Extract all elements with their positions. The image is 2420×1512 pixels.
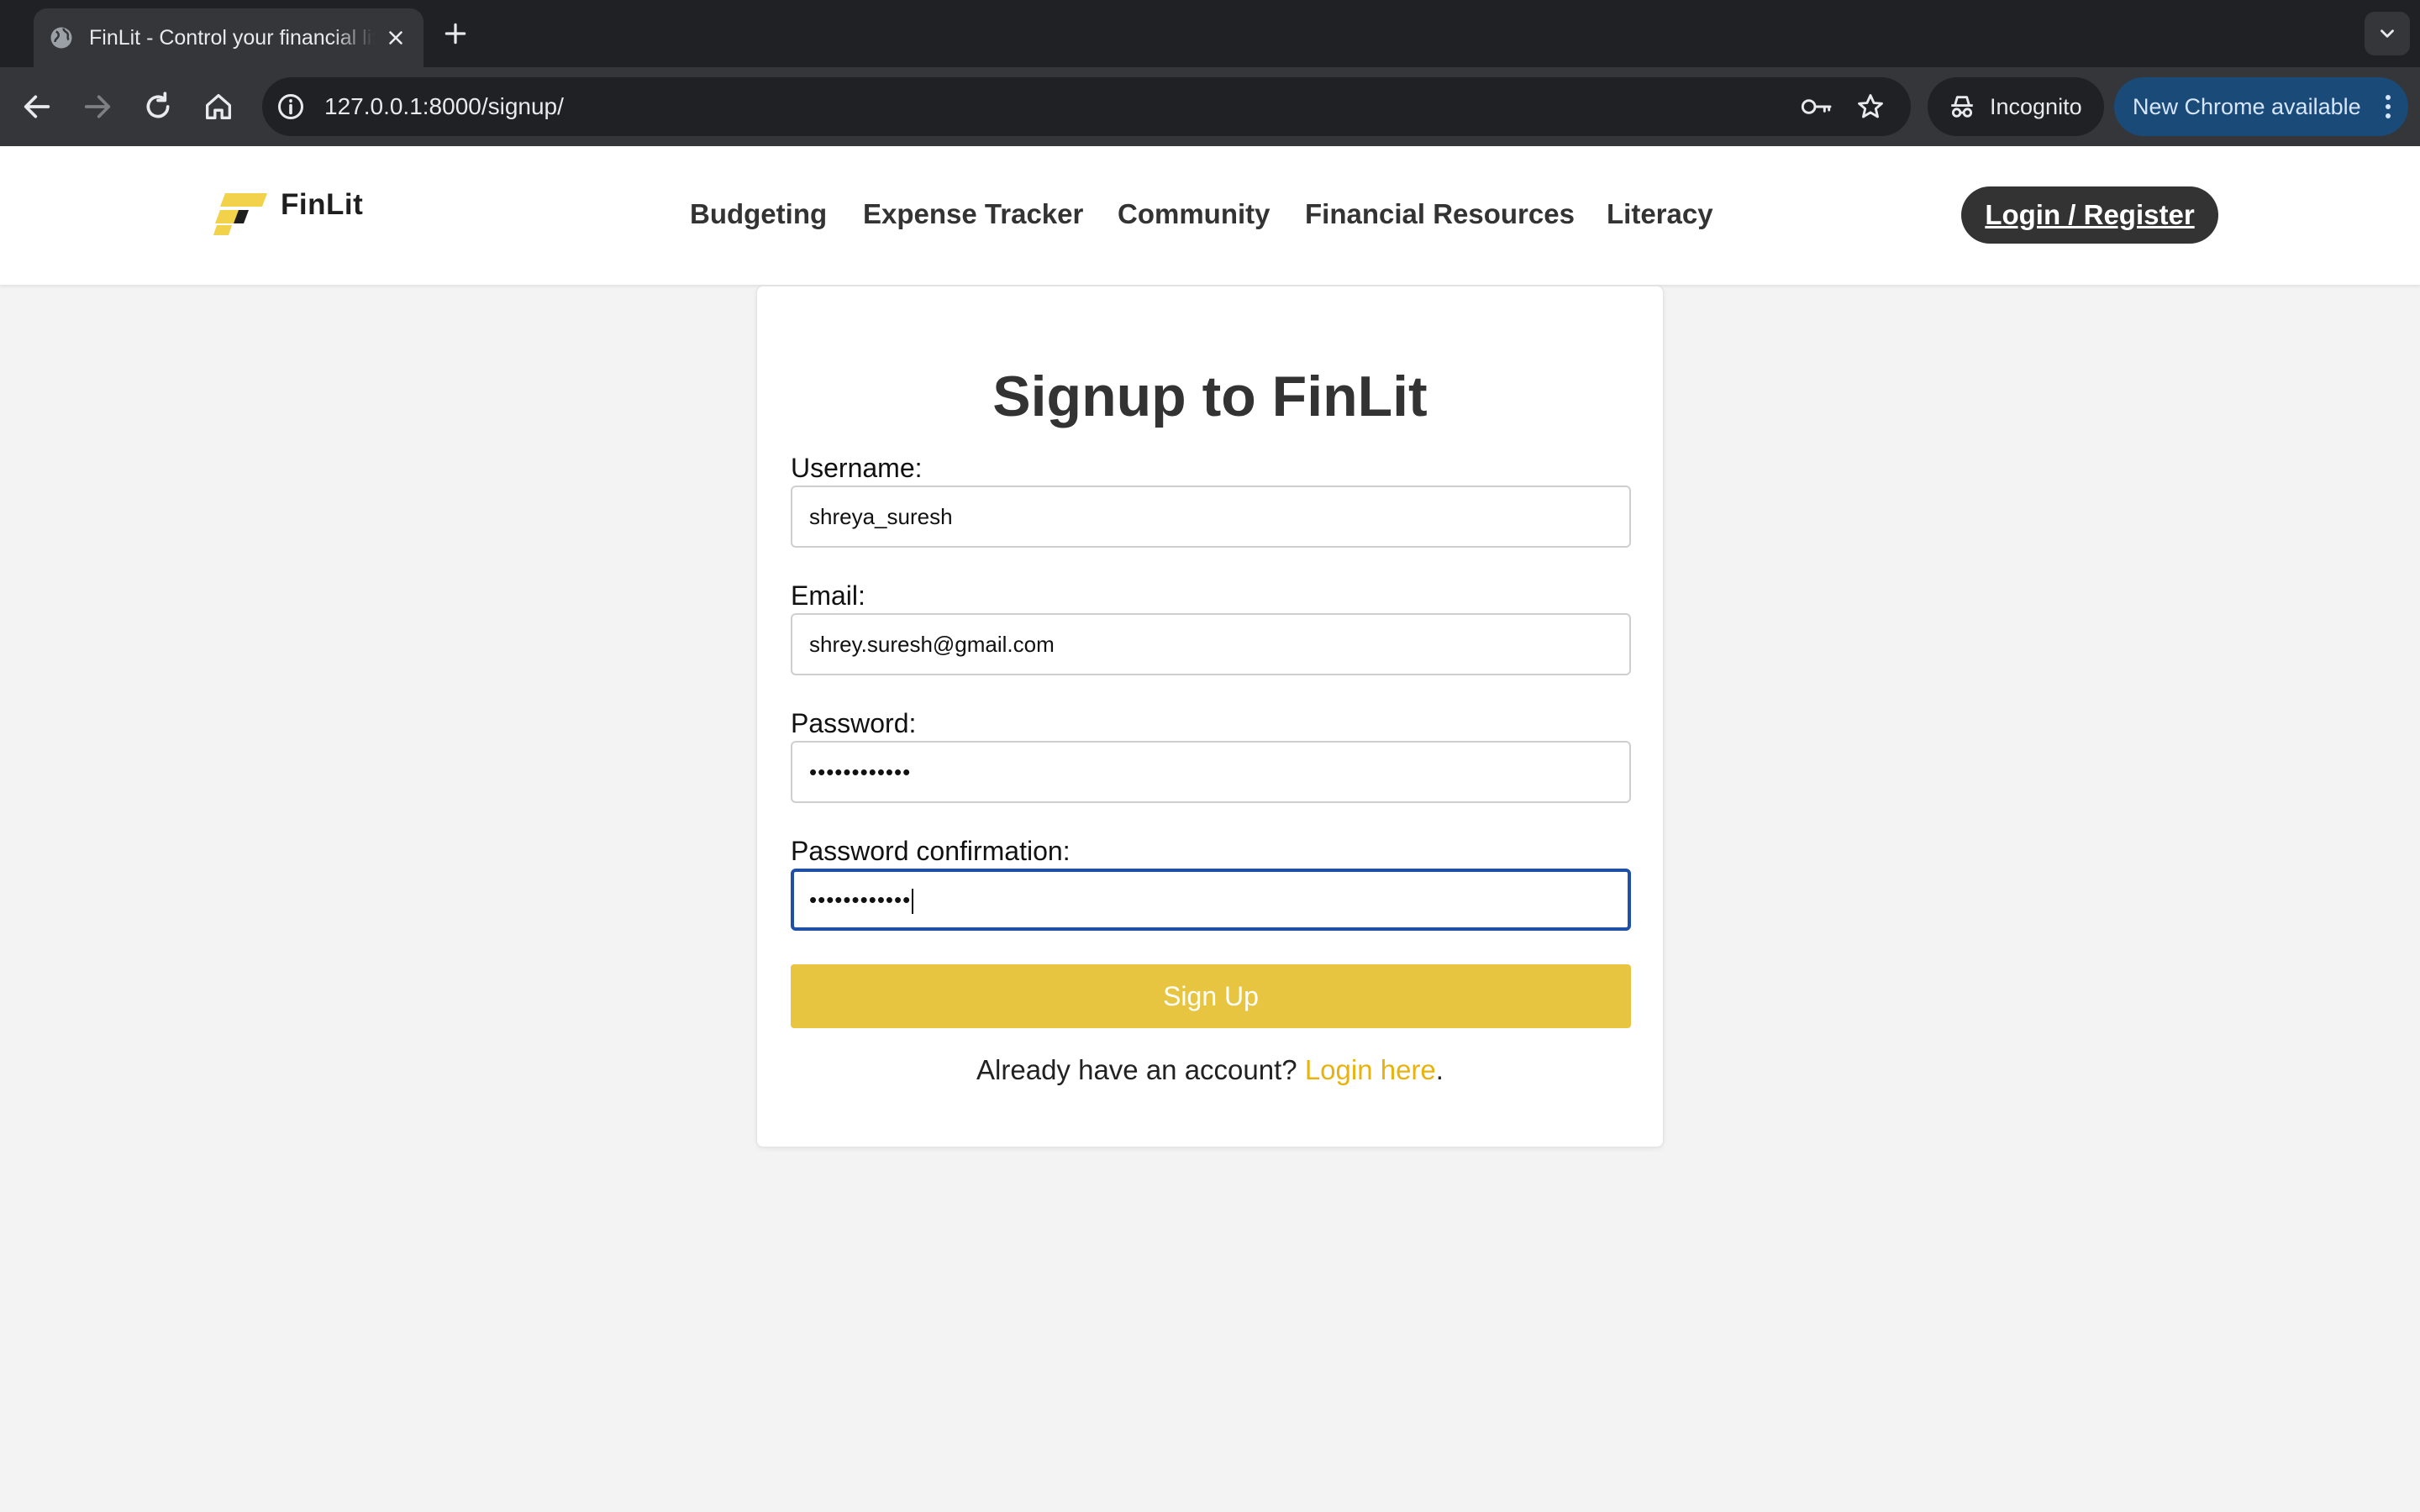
password-confirmation-input[interactable]: •••••••••••• <box>791 869 1631 931</box>
nav-financial-resources[interactable]: Financial Resources <box>1305 198 1575 230</box>
username-label: Username: <box>791 453 923 483</box>
page-title: Signup to FinLit <box>992 365 1428 428</box>
globe-icon <box>50 27 72 49</box>
url-text[interactable]: 127.0.0.1:8000/signup/ <box>324 77 564 136</box>
star-icon[interactable] <box>1855 92 1886 122</box>
browser-tabstrip: FinLit - Control your financial life <box>0 0 2420 67</box>
incognito-icon <box>1951 96 1973 118</box>
browser-tab[interactable]: FinLit - Control your financial life <box>34 8 424 67</box>
home-icon[interactable] <box>202 90 235 123</box>
login-here-link[interactable]: Login here <box>1305 1054 1436 1085</box>
password-label: Password: <box>791 708 917 738</box>
login-prompt-period: . <box>1435 1054 1444 1085</box>
tab-title: FinLit - Control your financial life <box>89 25 375 50</box>
nav-expense-tracker[interactable]: Expense Tracker <box>863 198 1083 230</box>
more-vert-icon[interactable] <box>2385 94 2391 119</box>
nav-literacy[interactable]: Literacy <box>1607 198 1713 230</box>
email-label: Email: <box>791 580 865 611</box>
nav-budgeting[interactable]: Budgeting <box>690 198 827 230</box>
close-icon[interactable] <box>385 27 407 49</box>
text-caret <box>912 889 914 915</box>
nav-community[interactable]: Community <box>1118 198 1270 230</box>
incognito-indicator[interactable]: Incognito <box>1928 77 2104 136</box>
password-confirmation-value: •••••••••••• <box>809 887 912 912</box>
info-icon[interactable] <box>276 92 306 122</box>
password-input[interactable]: •••••••••••• <box>791 741 1631 803</box>
login-prompt-text: Already have an account? <box>976 1054 1297 1085</box>
reload-icon[interactable] <box>141 90 175 123</box>
login-prompt: Already have an account? Login here. <box>757 1054 1663 1086</box>
tab-search-button[interactable] <box>2365 12 2410 55</box>
sign-up-button[interactable]: Sign Up <box>791 964 1631 1028</box>
incognito-label: Incognito <box>1990 93 2082 119</box>
update-chrome-button[interactable]: New Chrome available <box>2114 77 2408 136</box>
forward-arrow-icon[interactable] <box>81 90 114 123</box>
key-icon[interactable] <box>1800 93 1833 120</box>
browser-toolbar: 127.0.0.1:8000/signup/ Incognito New Chr… <box>0 67 2420 146</box>
site-header: FinLit Budgeting Expense Tracker Communi… <box>0 146 2420 285</box>
login-register-button[interactable]: Login / Register <box>1961 186 2218 244</box>
address-bar[interactable]: 127.0.0.1:8000/signup/ <box>262 77 1911 136</box>
password-confirmation-label: Password confirmation: <box>791 836 1071 866</box>
email-input[interactable]: shrey.suresh@gmail.com <box>791 613 1631 675</box>
back-arrow-icon[interactable] <box>20 90 54 123</box>
username-input[interactable]: shreya_suresh <box>791 486 1631 548</box>
chevron-down-icon <box>2381 29 2394 38</box>
update-label: New Chrome available <box>2133 93 2361 119</box>
plus-icon[interactable] <box>442 20 469 47</box>
signup-card: Signup to FinLit Username: shreya_suresh… <box>756 286 1664 1147</box>
